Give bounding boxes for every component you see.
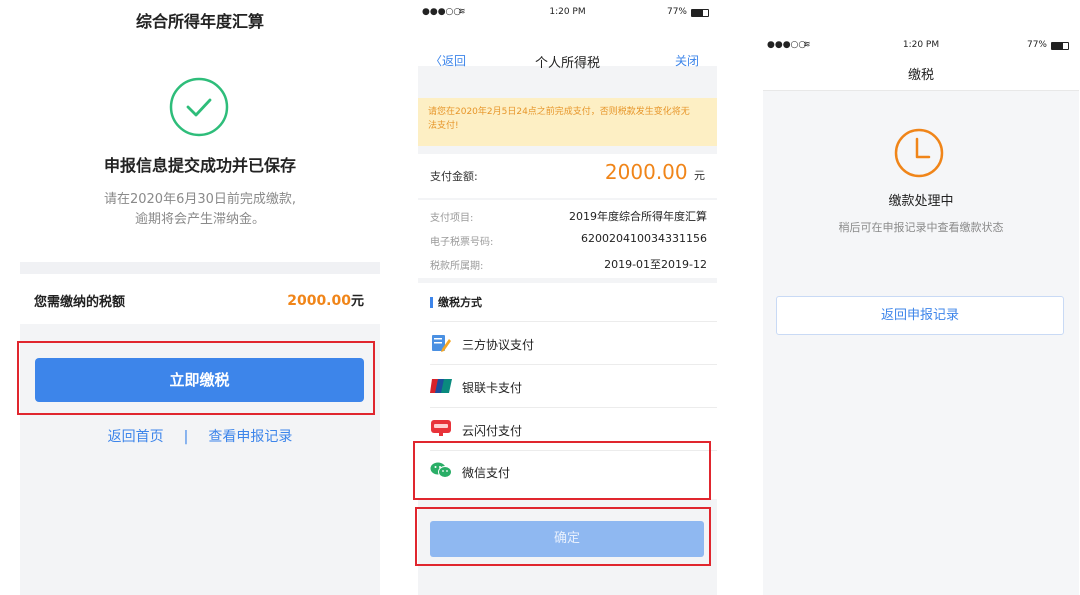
- methods-section-title: 缴税方式: [430, 297, 482, 308]
- footer-links: 返回首页 | 查看申报记录: [20, 426, 380, 446]
- tax-amount-row: 您需缴纳的税额 2000.00元: [20, 274, 380, 324]
- method-label-tripartite: 三方协议支付: [462, 338, 535, 352]
- link-separator: |: [183, 429, 189, 445]
- detail-value-period: 2019-01至2019-12: [604, 258, 707, 271]
- nav-title: 缴税: [907, 68, 934, 83]
- clock-icon: [894, 128, 944, 178]
- tax-amount-label: 您需缴纳的税额: [34, 295, 126, 310]
- cloud-quickpass-icon: [431, 420, 451, 436]
- highlight-box-wechat: [413, 441, 711, 500]
- status-bar: ●●●○○ ≋ 1:20 PM 77%: [763, 0, 1079, 50]
- warning-text: 请您在2020年2月5日24点之前完成支付，否则税款发生变化将无法支付!: [428, 107, 690, 131]
- detail-value-item: 2019年度综合所得年度汇算: [569, 210, 707, 223]
- pay-amount-unit: 元: [694, 169, 705, 182]
- page-title: 综合所得年度汇算: [135, 12, 264, 31]
- pay-amount-label: 支付金额:: [430, 170, 478, 183]
- highlight-box-confirm: [415, 507, 711, 566]
- processing-hint: 稍后可在申报记录中查看缴款状态: [838, 221, 1004, 234]
- battery-icon: [691, 9, 709, 17]
- detail-label-item: 支付项目:: [430, 213, 474, 224]
- tax-amount-value: 2000.00元: [287, 290, 364, 309]
- deadline-note-line1: 请在2020年6月30日前完成缴款,: [103, 192, 297, 207]
- back-to-records-button[interactable]: 返回申报记录: [776, 296, 1064, 335]
- method-label-unionpay: 银联卡支付: [462, 381, 523, 395]
- tax-submit-success-screen: 综合所得年度汇算 申报信息提交成功并已保存 请在2020年6月30日前完成缴款,…: [17, 0, 380, 595]
- success-headline: 申报信息提交成功并已保存: [103, 156, 296, 175]
- status-bar: ●●●○○ ≋ 1:20 PM 77%: [418, 0, 717, 26]
- back-home-link[interactable]: 返回首页: [108, 429, 164, 445]
- method-label-quickpass: 云闪付支付: [462, 424, 523, 438]
- battery-icon: [1051, 42, 1069, 50]
- detail-label-ticket: 电子税票号码:: [430, 237, 494, 248]
- processing-status: 缴款处理中: [888, 194, 954, 209]
- battery-percent: 77%: [1026, 40, 1047, 50]
- view-records-link[interactable]: 查看申报记录: [208, 429, 292, 445]
- nav-title: 个人所得税: [534, 56, 600, 71]
- detail-value-ticket: 620020410034331156: [581, 232, 707, 245]
- highlight-box-pay-now: [17, 341, 375, 415]
- success-check-icon: [169, 77, 229, 137]
- detail-label-period: 税款所属期:: [430, 261, 484, 272]
- contract-pen-icon: [432, 335, 451, 352]
- pay-amount-value: 2000.00 元: [605, 160, 705, 184]
- tax-amount-number: 2000.00: [287, 293, 351, 309]
- deadline-note-line2: 逾期将会产生滞纳金。: [134, 212, 265, 227]
- payment-processing-screen: ●●●○○ ≋ 1:20 PM 77% 缴税 缴款处理中 稍后可在申报记录中查看…: [763, 0, 1079, 595]
- pay-amount-number: 2000.00: [604, 160, 688, 184]
- section-gap: [20, 262, 380, 274]
- battery-percent: 77%: [666, 7, 687, 17]
- unionpay-icon: [430, 379, 452, 393]
- payment-method-screen: ●●●○○ ≋ 1:20 PM 77% 〈返回 个人所得税 关闭 请您在2020…: [413, 0, 717, 595]
- tax-amount-unit: 元: [350, 294, 364, 309]
- close-button[interactable]: 关闭: [675, 52, 699, 69]
